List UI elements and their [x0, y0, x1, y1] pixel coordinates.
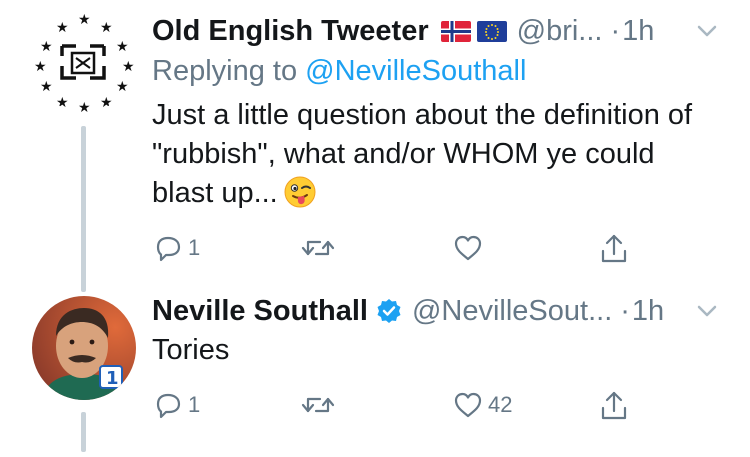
like-button[interactable]: 42: [452, 389, 512, 421]
timestamp[interactable]: 1h: [632, 295, 664, 328]
replying-to-prefix: Replying to: [152, 55, 298, 87]
display-name[interactable]: Old English Tweeter: [152, 15, 429, 48]
reply-icon: [156, 236, 181, 262]
timestamp[interactable]: 1h: [622, 15, 654, 48]
replying-to-line: Replying to @NevilleSouthall: [152, 55, 730, 88]
reply-count: 1: [188, 235, 201, 260]
handle[interactable]: @NevilleSout...: [412, 295, 612, 328]
svg-text:★: ★: [56, 20, 69, 36]
tweet1-actions: 1: [152, 232, 642, 272]
thread-line-lower: [81, 412, 86, 452]
heart-icon: [454, 392, 482, 418]
tweet-text: Just a little question about the definit…: [152, 99, 693, 209]
tweet-text: Tories: [152, 334, 230, 366]
svg-text:★: ★: [116, 79, 129, 95]
winking-face-with-tongue-icon: [284, 176, 316, 208]
tweet2-header: Neville Southall @NevilleSout... · 1h: [152, 294, 730, 328]
svg-text:★: ★: [78, 12, 91, 28]
svg-text:★: ★: [78, 100, 91, 112]
svg-text:★: ★: [116, 39, 129, 55]
svg-text:★: ★: [40, 79, 53, 95]
svg-text:★: ★: [122, 59, 135, 75]
tweet2-body: Tories: [152, 331, 730, 370]
share-icon: [601, 391, 627, 420]
tweet2-actions: 1 42: [152, 389, 642, 429]
replying-to-mention[interactable]: @NevilleSouthall: [305, 55, 526, 87]
retweet-icon: [301, 397, 335, 413]
separator-dot: ·: [610, 14, 621, 47]
svg-text:★: ★: [100, 95, 113, 111]
profile-photo-icon: 1: [32, 296, 136, 400]
reply-button[interactable]: 1: [152, 389, 200, 421]
retweet-button[interactable]: [300, 232, 340, 264]
svg-text:★: ★: [100, 20, 113, 36]
reply-count: 1: [188, 392, 201, 417]
retweet-icon: [301, 240, 335, 256]
display-name[interactable]: Neville Southall: [152, 295, 368, 328]
like-button[interactable]: [452, 232, 488, 264]
reply-button[interactable]: 1: [152, 232, 200, 264]
heart-icon: [454, 235, 482, 261]
chevron-down-icon[interactable]: [694, 298, 720, 324]
retweet-button[interactable]: [300, 389, 340, 421]
verified-badge-icon: [377, 299, 401, 323]
avatar-old-english-tweeter[interactable]: ★ ★ ★ ★ ★ ★ ★ ★ ★ ★ ★ ★: [32, 8, 136, 112]
share-icon: [601, 234, 627, 263]
share-button[interactable]: [598, 389, 630, 423]
svg-text:★: ★: [56, 95, 69, 111]
separator-dot: ·: [620, 294, 630, 327]
avatar-neville-southall[interactable]: 1: [32, 296, 136, 400]
share-button[interactable]: [598, 232, 630, 266]
svg-text:1: 1: [106, 368, 119, 389]
svg-text:★: ★: [34, 59, 47, 75]
tweet1-header: Old English Tweeter @bri... · 1h: [152, 14, 730, 48]
eu-flag-icon: [476, 20, 507, 42]
norway-flag-icon: [440, 20, 471, 42]
reply-icon: [156, 393, 181, 419]
thread-line-upper: [81, 126, 86, 292]
tweet1-body: Just a little question about the definit…: [152, 96, 712, 213]
flag-emojis: [440, 20, 507, 42]
like-count: 42: [488, 392, 513, 417]
eu-stars-logo-icon: ★ ★ ★ ★ ★ ★ ★ ★ ★ ★ ★ ★: [34, 12, 135, 112]
chevron-down-icon[interactable]: [694, 18, 720, 44]
svg-text:★: ★: [40, 39, 53, 55]
handle[interactable]: @bri...: [517, 15, 603, 48]
